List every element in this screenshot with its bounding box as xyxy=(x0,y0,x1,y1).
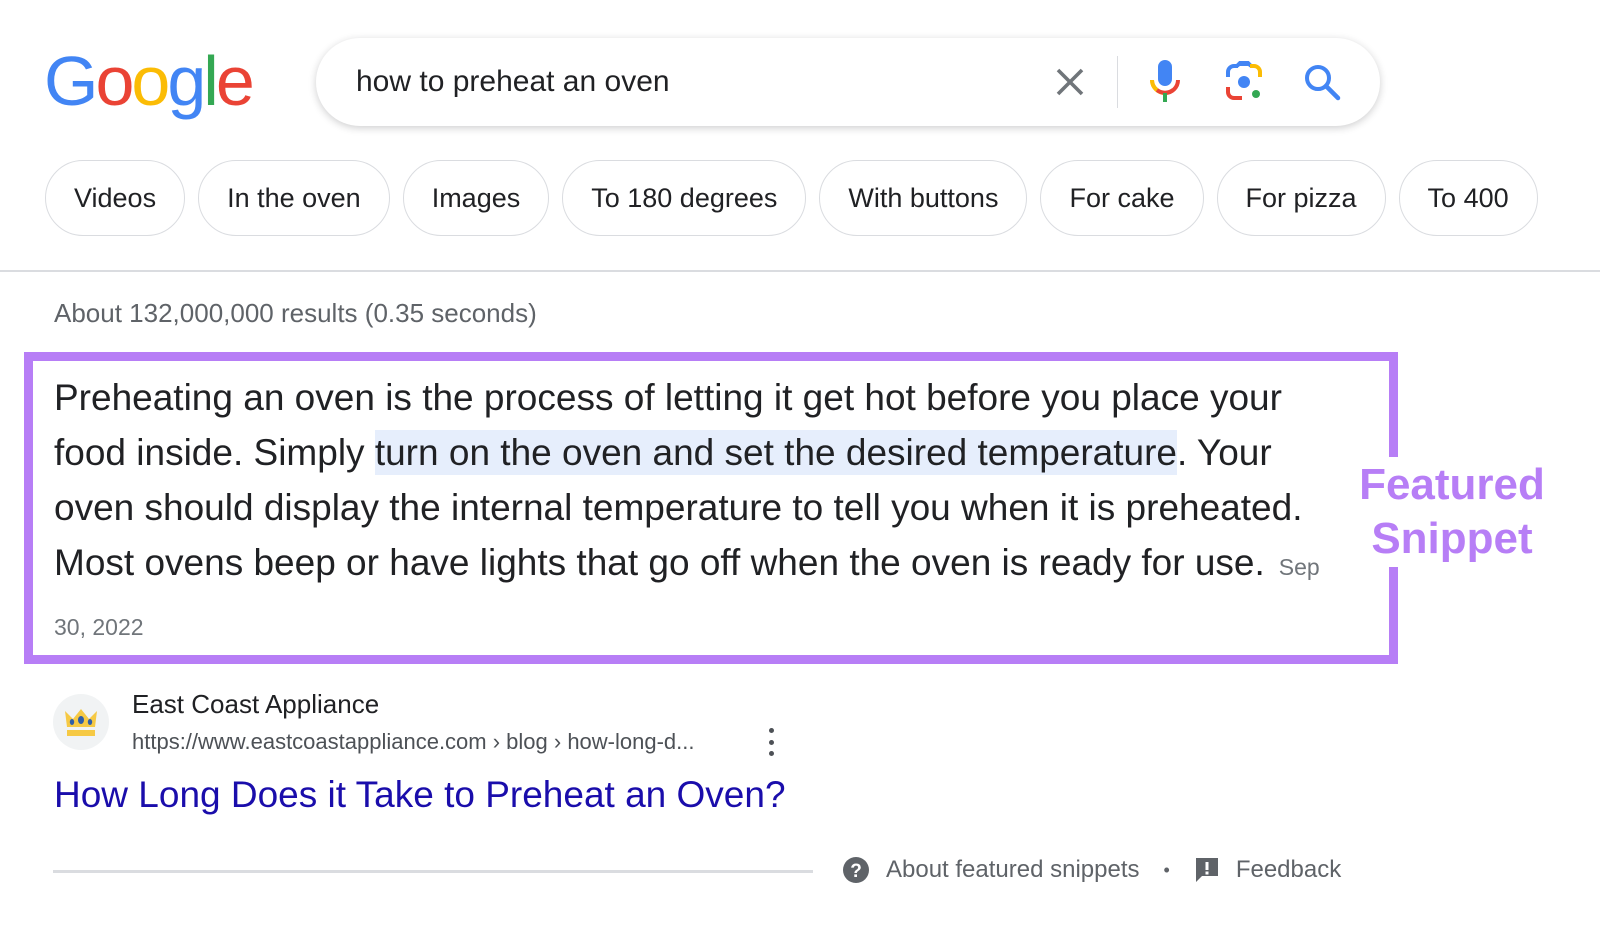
chip-for-cake[interactable]: For cake xyxy=(1040,160,1204,236)
featured-snippet-text: Preheating an oven is the process of let… xyxy=(54,370,1354,655)
close-icon xyxy=(1056,68,1084,96)
search-divider xyxy=(1117,56,1118,108)
feedback-link[interactable]: Feedback xyxy=(1236,856,1341,884)
logo-letter: g xyxy=(167,42,206,120)
dot xyxy=(768,751,774,756)
dot xyxy=(768,728,774,733)
svg-text:?: ? xyxy=(850,861,862,882)
search-button[interactable] xyxy=(1300,60,1344,104)
snippet-footer: ? About featured snippets • Feedback xyxy=(842,856,1341,884)
google-lens-icon xyxy=(1226,61,1262,100)
chip-in-the-oven[interactable]: In the oven xyxy=(198,160,390,236)
search-icon xyxy=(1305,65,1341,101)
site-name[interactable]: East Coast Appliance xyxy=(132,689,379,720)
search-refinement-chips: Videos In the oven Images To 180 degrees… xyxy=(45,160,1538,236)
chip-images[interactable]: Images xyxy=(402,160,550,236)
logo-letter: e xyxy=(215,42,255,120)
header-divider xyxy=(0,270,1600,272)
chip-videos[interactable]: Videos xyxy=(45,160,186,236)
dot xyxy=(768,739,774,745)
site-url[interactable]: https://www.eastcoastappliance.com › blo… xyxy=(132,729,695,755)
feedback-icon xyxy=(1194,856,1220,884)
clear-search-button[interactable] xyxy=(1048,60,1092,104)
search-input[interactable] xyxy=(356,62,996,102)
result-title-link[interactable]: How Long Does it Take to Preheat an Oven… xyxy=(54,774,786,816)
help-circle-icon: ? xyxy=(842,856,870,884)
logo-letter: o xyxy=(95,42,134,120)
more-options-button[interactable] xyxy=(760,726,782,758)
chip-to-400[interactable]: To 400 xyxy=(1398,160,1538,236)
footer-separator: • xyxy=(1163,859,1170,880)
logo-letter: o xyxy=(131,42,170,120)
featured-snippet-label: Featured Snippet xyxy=(1359,460,1545,563)
snippet-highlighted-text: turn on the oven and set the desired tem… xyxy=(374,430,1178,475)
site-favicon[interactable] xyxy=(53,694,109,750)
search-box xyxy=(316,38,1380,126)
voice-search-button[interactable] xyxy=(1143,60,1187,104)
chip-to-180-degrees[interactable]: To 180 degrees xyxy=(562,160,807,236)
chip-for-pizza[interactable]: For pizza xyxy=(1216,160,1386,236)
about-featured-snippets-link[interactable]: About featured snippets xyxy=(886,856,1140,884)
crown-icon xyxy=(65,709,97,736)
google-logo[interactable]: Google xyxy=(44,42,255,120)
microphone-icon xyxy=(1150,60,1180,102)
logo-letter: G xyxy=(44,42,98,120)
logo-letter: l xyxy=(203,42,218,120)
footer-divider xyxy=(53,870,813,873)
chip-with-buttons[interactable]: With buttons xyxy=(819,160,1028,236)
result-stats: About 132,000,000 results (0.35 seconds) xyxy=(54,298,537,328)
google-lens-button[interactable] xyxy=(1222,60,1266,104)
